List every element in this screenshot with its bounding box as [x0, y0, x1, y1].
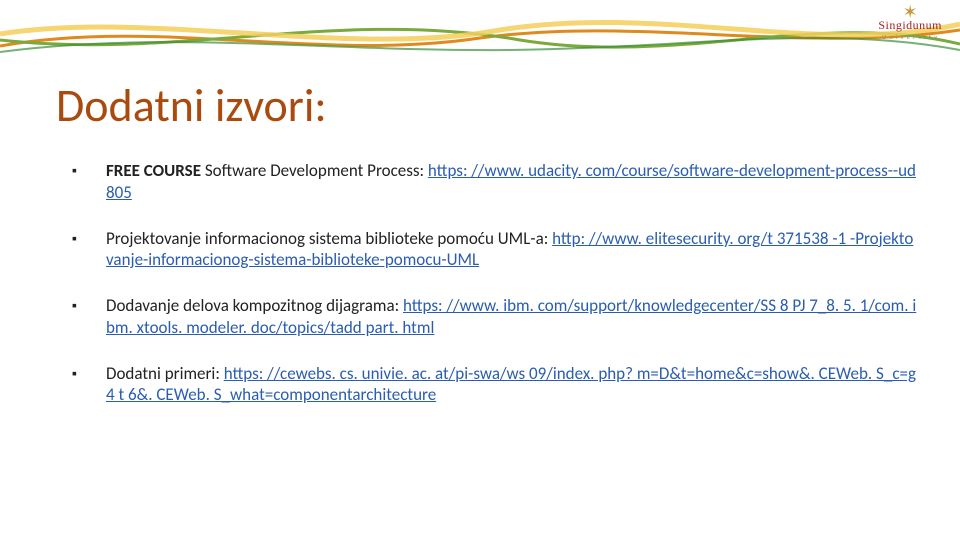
- slide-title: Dodatni izvori:: [56, 78, 327, 134]
- logo-subtitle: U n i v e r s i t y: [878, 33, 942, 41]
- item-plain-text: Projektovanje informacionog sistema bibl…: [106, 228, 552, 249]
- list-item: Dodatni primeri: https: //cewebs. cs. un…: [72, 363, 920, 407]
- logo-mark-icon: ✶: [878, 4, 942, 20]
- item-plain-text: Dodatni primeri:: [106, 363, 224, 384]
- item-plain-text: Dodavanje delova kompozitnog dijagrama:: [106, 295, 403, 316]
- header-wave-decoration: [0, 0, 960, 60]
- university-logo: ✶ Singidunum U n i v e r s i t y: [878, 4, 942, 41]
- list-item: Projektovanje informacionog sistema bibl…: [72, 228, 920, 272]
- list-item: Dodavanje delova kompozitnog dijagrama: …: [72, 295, 920, 339]
- list-item: FREE COURSE Software Development Process…: [72, 160, 920, 204]
- logo-name: Singidunum: [878, 18, 942, 33]
- sources-list: FREE COURSE Software Development Process…: [72, 160, 920, 430]
- item-link[interactable]: https: //cewebs. cs. univie. ac. at/pi-s…: [106, 363, 916, 406]
- item-plain-text: Software Development Process:: [201, 160, 428, 181]
- item-bold-prefix: FREE COURSE: [106, 160, 201, 181]
